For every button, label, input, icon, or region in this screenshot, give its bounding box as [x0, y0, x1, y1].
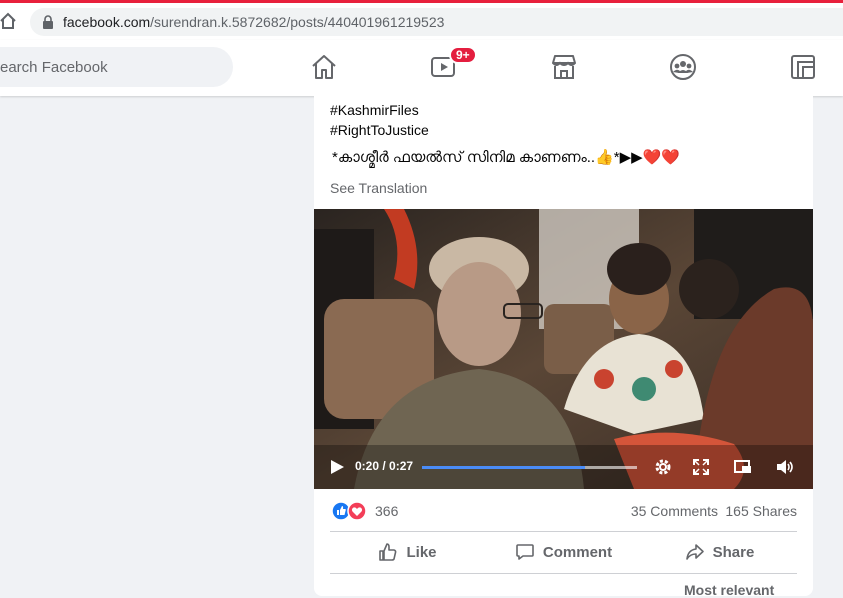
- comment-sort-dropdown[interactable]: Most relevant: [684, 582, 774, 598]
- browser-home-icon[interactable]: [0, 11, 18, 31]
- play-icon[interactable]: [327, 457, 347, 477]
- post-text: *കാശ്മീർ ഫയൽസ് സിനിമ കാണണം..👍*▶▶❤️❤️: [332, 149, 681, 166]
- watch-notification-badge: 9+: [449, 46, 477, 64]
- video-progress-fill: [422, 466, 585, 469]
- like-label: Like: [406, 543, 437, 561]
- comment-label: Comment: [542, 543, 613, 561]
- comments-count[interactable]: 35 Comments: [631, 503, 718, 519]
- video-controls: 0:20 / 0:27: [314, 445, 813, 489]
- share-button[interactable]: Share: [642, 534, 797, 570]
- url-domain: facebook.com: [63, 14, 151, 30]
- url-text[interactable]: facebook.com/surendran.k.5872682/posts/4…: [63, 14, 444, 30]
- lock-icon[interactable]: [42, 15, 54, 29]
- video-progress-bar[interactable]: [422, 466, 637, 469]
- gaming-icon: [791, 55, 815, 79]
- marketplace-icon: [552, 55, 576, 79]
- nav-gaming-button[interactable]: [788, 52, 818, 82]
- url-path: /surendran.k.5872682/posts/4404019612195…: [150, 14, 445, 30]
- nav-marketplace-button[interactable]: [549, 52, 579, 82]
- love-icon: [347, 501, 367, 521]
- divider: [330, 573, 797, 574]
- thumbs-up-icon: [379, 543, 397, 561]
- comment-button[interactable]: Comment: [486, 534, 641, 570]
- reaction-count[interactable]: 366: [375, 503, 398, 519]
- browser-address-bar: facebook.com/surendran.k.5872682/posts/4…: [0, 0, 843, 40]
- post-stats: 366 35 Comments 165 Shares: [314, 496, 813, 526]
- share-icon: [685, 544, 704, 560]
- settings-gear-icon[interactable]: [653, 457, 673, 477]
- hashtag-link[interactable]: #KashmirFiles: [330, 102, 419, 118]
- reaction-icons[interactable]: [331, 501, 371, 521]
- hashtag-link[interactable]: #RightToJustice: [330, 122, 429, 138]
- picture-in-picture-icon[interactable]: [733, 457, 753, 477]
- comment-icon: [516, 544, 534, 560]
- like-button[interactable]: Like: [330, 534, 485, 570]
- nav-groups-button[interactable]: [668, 52, 698, 82]
- shares-count[interactable]: 165 Shares: [725, 503, 797, 519]
- fullscreen-icon[interactable]: [691, 457, 711, 477]
- video-time: 0:20 / 0:27: [355, 459, 414, 473]
- nav-home-button[interactable]: [309, 52, 339, 82]
- search-placeholder-text: earch Facebook: [0, 59, 108, 76]
- groups-icon: [670, 54, 696, 80]
- volume-icon[interactable]: [775, 457, 795, 477]
- post-card: #KashmirFiles #RightToJustice *കാശ്മീർ ഫ…: [314, 96, 813, 598]
- home-icon: [312, 55, 336, 79]
- facebook-header: earch Facebook: [0, 40, 843, 96]
- see-translation-link[interactable]: See Translation: [330, 180, 427, 196]
- divider: [330, 531, 797, 532]
- post-actions: Like Comment Share: [330, 534, 797, 570]
- video-player[interactable]: 0:20 / 0:27: [314, 209, 813, 489]
- share-label: Share: [712, 543, 755, 561]
